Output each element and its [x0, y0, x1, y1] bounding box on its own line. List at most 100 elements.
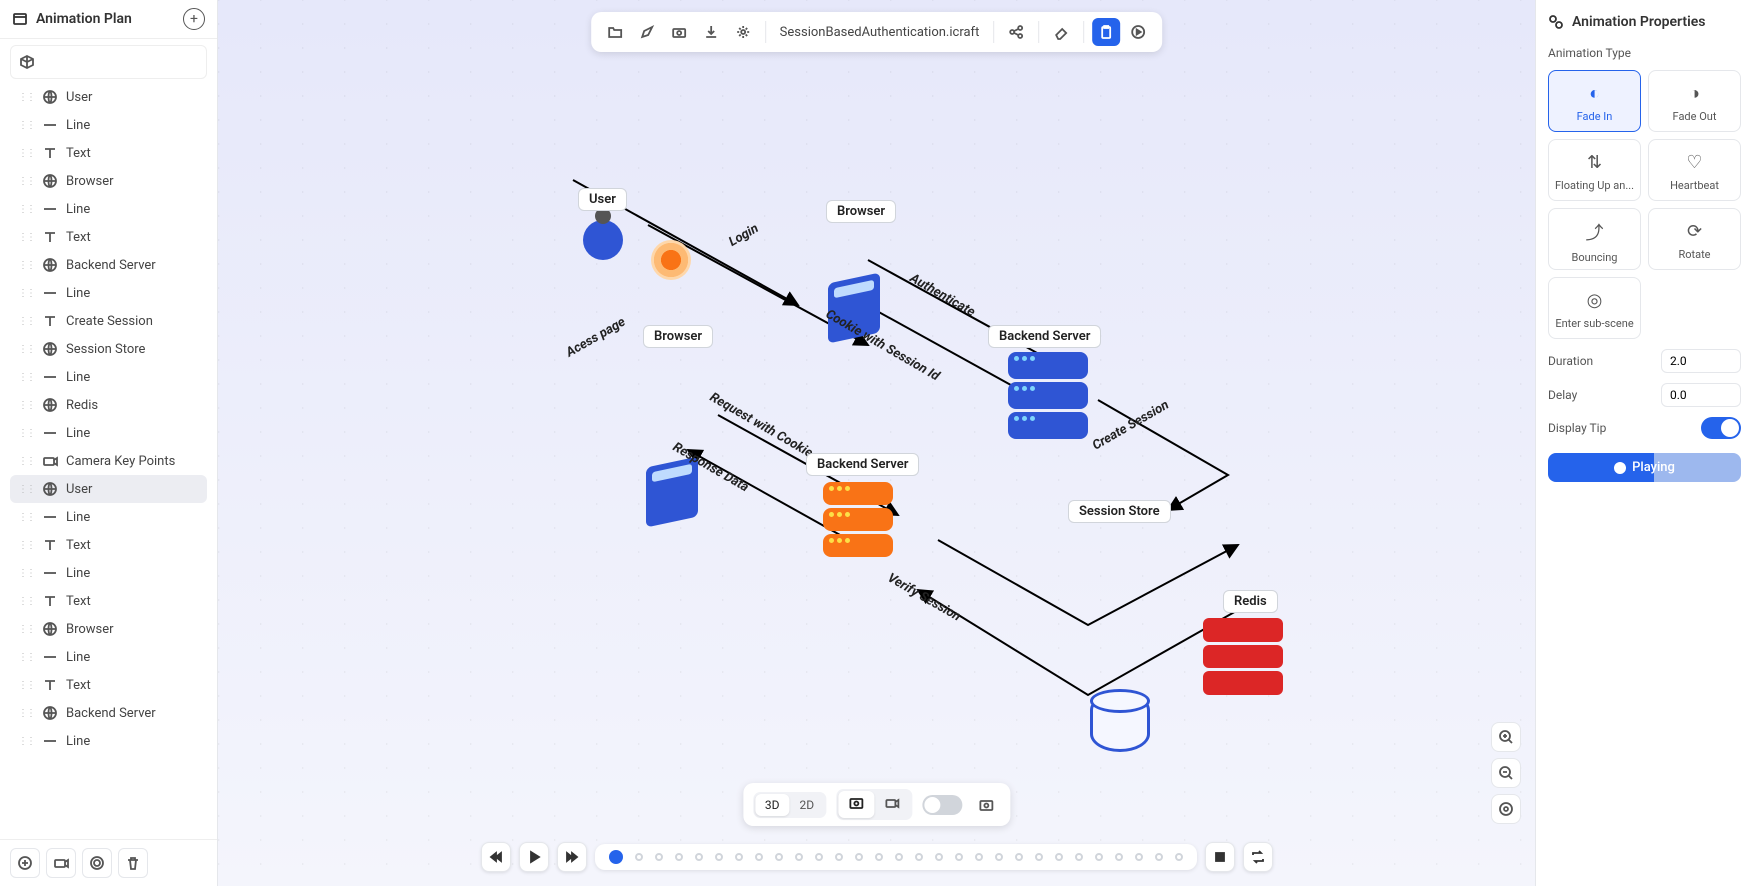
timeline-frame[interactable]	[695, 853, 703, 861]
play-preview-button[interactable]	[1124, 18, 1152, 46]
timeline-frame[interactable]	[975, 853, 983, 861]
view-toggle[interactable]	[922, 795, 962, 815]
timeline-frame[interactable]	[1055, 853, 1063, 861]
plan-item[interactable]: ⋮⋮Line	[10, 279, 207, 307]
plan-item[interactable]: ⋮⋮Line	[10, 559, 207, 587]
delay-input[interactable]	[1661, 383, 1741, 407]
camera-video-button[interactable]	[874, 791, 910, 818]
camera-still-button[interactable]	[838, 791, 874, 818]
camera-keypoint-button[interactable]	[46, 848, 76, 878]
timeline[interactable]	[595, 844, 1197, 870]
duration-input[interactable]	[1661, 349, 1741, 373]
timeline-frame[interactable]	[1175, 853, 1183, 861]
timeline-frame[interactable]	[875, 853, 883, 861]
delete-button[interactable]	[118, 848, 148, 878]
play-button[interactable]	[519, 842, 549, 872]
node-redis-label[interactable]: Redis	[1223, 590, 1278, 613]
timeline-frame[interactable]	[715, 853, 723, 861]
plan-item[interactable]: ⋮⋮Text	[10, 671, 207, 699]
type-rotate[interactable]: ⟳Rotate	[1648, 208, 1741, 270]
settings-button[interactable]	[729, 18, 757, 46]
timeline-frame[interactable]	[795, 853, 803, 861]
timeline-frame[interactable]	[755, 853, 763, 861]
target-button[interactable]	[82, 848, 112, 878]
redis-icon[interactable]	[1203, 618, 1283, 698]
forward-button[interactable]	[557, 842, 587, 872]
type-fade-in[interactable]: ◐Fade In	[1548, 70, 1641, 132]
zoom-reset-button[interactable]	[1491, 794, 1521, 824]
share-button[interactable]	[1002, 18, 1030, 46]
plan-item[interactable]: ⋮⋮Browser	[10, 615, 207, 643]
plan-item[interactable]: ⋮⋮Line	[10, 503, 207, 531]
plan-list[interactable]: ⋮⋮User⋮⋮Line⋮⋮Text⋮⋮Browser⋮⋮Line⋮⋮Text⋮…	[0, 39, 217, 839]
plan-item[interactable]: ⋮⋮Text	[10, 587, 207, 615]
playing-button[interactable]: Playing	[1548, 453, 1741, 482]
plan-item[interactable]: ⋮⋮Camera Key Points	[10, 447, 207, 475]
plan-item[interactable]: ⋮⋮User	[10, 475, 207, 503]
plan-item[interactable]: ⋮⋮Session Store	[10, 335, 207, 363]
node-backend1-label[interactable]: Backend Server	[988, 325, 1101, 348]
node-backend2-label[interactable]: Backend Server	[806, 453, 919, 476]
timeline-frame[interactable]	[955, 853, 963, 861]
node-user-label[interactable]: User	[578, 188, 627, 211]
view-2d-button[interactable]: 2D	[790, 794, 825, 816]
add-item-button[interactable]	[10, 848, 40, 878]
timeline-frame[interactable]	[1075, 853, 1083, 861]
zoom-out-button[interactable]	[1491, 758, 1521, 788]
add-plan-button[interactable]: +	[183, 8, 205, 30]
timeline-frame[interactable]	[609, 850, 623, 864]
timeline-frame[interactable]	[995, 853, 1003, 861]
plan-item[interactable]: ⋮⋮Line	[10, 419, 207, 447]
node-sessionstore-label[interactable]: Session Store	[1068, 500, 1171, 523]
canvas[interactable]: SessionBasedAuthentication.icraft User B…	[218, 0, 1535, 886]
user-avatar-icon[interactable]	[583, 220, 623, 260]
timeline-frame[interactable]	[1155, 853, 1163, 861]
timeline-frame[interactable]	[915, 853, 923, 861]
plan-item[interactable]: ⋮⋮Line	[10, 195, 207, 223]
browser2-icon[interactable]	[646, 456, 698, 527]
view-3d-button[interactable]: 3D	[755, 794, 790, 816]
timeline-frame[interactable]	[1115, 853, 1123, 861]
zoom-in-button[interactable]	[1491, 722, 1521, 752]
plan-item[interactable]: ⋮⋮Backend Server	[10, 251, 207, 279]
type-heartbeat[interactable]: ♡Heartbeat	[1648, 139, 1741, 201]
plan-item[interactable]: ⋮⋮Backend Server	[10, 699, 207, 727]
loop-button[interactable]	[1243, 842, 1273, 872]
plan-item[interactable]: ⋮⋮Browser	[10, 167, 207, 195]
plan-item[interactable]: ⋮⋮Line	[10, 643, 207, 671]
timeline-frame[interactable]	[1135, 853, 1143, 861]
timeline-frame[interactable]	[635, 853, 643, 861]
display-tip-toggle[interactable]	[1701, 417, 1741, 439]
backend2-icon[interactable]	[823, 482, 893, 560]
type-bouncing[interactable]: ⤴Bouncing	[1548, 208, 1641, 270]
clipboard-button[interactable]	[1092, 18, 1120, 46]
sessionstore-icon[interactable]	[1090, 692, 1150, 752]
timeline-frame[interactable]	[1015, 853, 1023, 861]
timeline-frame[interactable]	[855, 853, 863, 861]
type-fade-out[interactable]: ◑Fade Out	[1648, 70, 1741, 132]
node-browser1-label[interactable]: Browser	[826, 200, 896, 223]
open-folder-button[interactable]	[601, 18, 629, 46]
timeline-frame[interactable]	[1095, 853, 1103, 861]
plan-item[interactable]: ⋮⋮Line	[10, 727, 207, 755]
plan-item[interactable]: ⋮⋮Redis	[10, 391, 207, 419]
plan-item[interactable]: ⋮⋮Text	[10, 531, 207, 559]
plan-item[interactable]: ⋮⋮Create Session	[10, 307, 207, 335]
download-button[interactable]	[697, 18, 725, 46]
timeline-frame[interactable]	[1035, 853, 1043, 861]
plan-item[interactable]: ⋮⋮Line	[10, 363, 207, 391]
backend1-icon[interactable]	[1008, 352, 1088, 442]
fullscreen-snapshot-button[interactable]	[972, 791, 1000, 819]
stop-button[interactable]	[1205, 842, 1235, 872]
timeline-frame[interactable]	[675, 853, 683, 861]
timeline-frame[interactable]	[735, 853, 743, 861]
plan-item[interactable]: ⋮⋮Line	[10, 111, 207, 139]
timeline-frame[interactable]	[655, 853, 663, 861]
timeline-frame[interactable]	[835, 853, 843, 861]
edit-button[interactable]	[633, 18, 661, 46]
timeline-frame[interactable]	[895, 853, 903, 861]
plan-item[interactable]	[10, 45, 207, 79]
timeline-frame[interactable]	[775, 853, 783, 861]
timeline-frame[interactable]	[815, 853, 823, 861]
plan-item[interactable]: ⋮⋮User	[10, 83, 207, 111]
